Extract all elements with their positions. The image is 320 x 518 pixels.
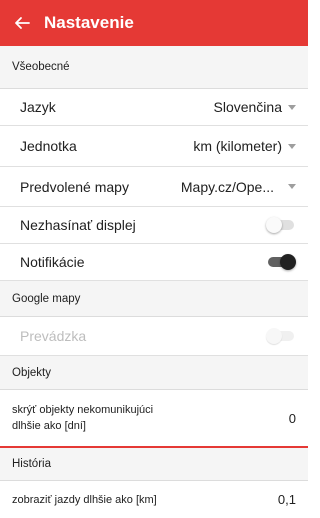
unit-dropdown[interactable]: km (kilometer) [193, 138, 296, 154]
arrow-back-icon [15, 17, 30, 29]
traffic-setting: Prevádzka [0, 317, 308, 356]
notifications-label: Notifikácie [20, 254, 85, 270]
keep-screen-on-label: Nezhasínať displej [20, 217, 136, 233]
default-map-value: Mapy.cz/Ope... [180, 178, 274, 195]
keep-screen-on-setting[interactable]: Nezhasínať displej [0, 207, 308, 244]
language-setting[interactable]: Jazyk Slovenčina [0, 89, 308, 126]
language-value: Slovenčina [213, 99, 283, 115]
notifications-setting[interactable]: Notifikácie [0, 244, 308, 281]
keep-screen-on-toggle[interactable] [266, 217, 296, 233]
section-header-history: História [0, 448, 308, 481]
back-button[interactable] [0, 0, 44, 46]
notifications-toggle[interactable] [266, 254, 296, 270]
default-map-setting[interactable]: Predvolené mapy Mapy.cz/Ope... [0, 167, 308, 207]
dropdown-arrow-icon [288, 184, 296, 189]
toggle-thumb [266, 328, 282, 344]
dropdown-arrow-icon [288, 143, 296, 149]
unit-value: km (kilometer) [193, 138, 282, 154]
dropdown-arrow-icon [288, 104, 296, 110]
default-map-dropdown[interactable]: Mapy.cz/Ope... [181, 179, 296, 195]
default-map-label: Predvolené mapy [20, 178, 129, 195]
traffic-label: Prevádzka [20, 328, 87, 344]
toggle-thumb [266, 217, 282, 233]
app-bar: Nastavenie [0, 0, 308, 46]
unit-label: Jednotka [20, 138, 77, 154]
show-trips-label: zobraziť jazdy dlhšie ako [km] [12, 493, 157, 506]
page-title: Nastavenie [44, 13, 134, 32]
hide-objects-label-line2: dlhšie ako [dní] [12, 420, 86, 432]
hide-objects-setting[interactable]: skrýť objekty nekomunikujúci dlhšie ako … [0, 390, 308, 448]
toggle-thumb [280, 254, 296, 270]
language-label: Jazyk [20, 99, 56, 115]
hide-objects-label: skrýť objekty nekomunikujúci dlhšie ako … [12, 402, 153, 434]
show-trips-setting[interactable]: zobraziť jazdy dlhšie ako [km] 0,1 [0, 481, 308, 518]
language-dropdown[interactable]: Slovenčina [213, 99, 296, 115]
show-trips-value[interactable]: 0,1 [278, 492, 296, 507]
section-header-google-maps: Google mapy [0, 281, 308, 317]
section-header-objects: Objekty [0, 356, 308, 390]
traffic-toggle [266, 328, 296, 344]
hide-objects-value[interactable]: 0 [289, 411, 296, 426]
section-header-general: Všeobecné [0, 46, 308, 89]
hide-objects-label-line1: skrýť objekty nekomunikujúci [12, 404, 154, 416]
unit-setting[interactable]: Jednotka km (kilometer) [0, 126, 308, 167]
